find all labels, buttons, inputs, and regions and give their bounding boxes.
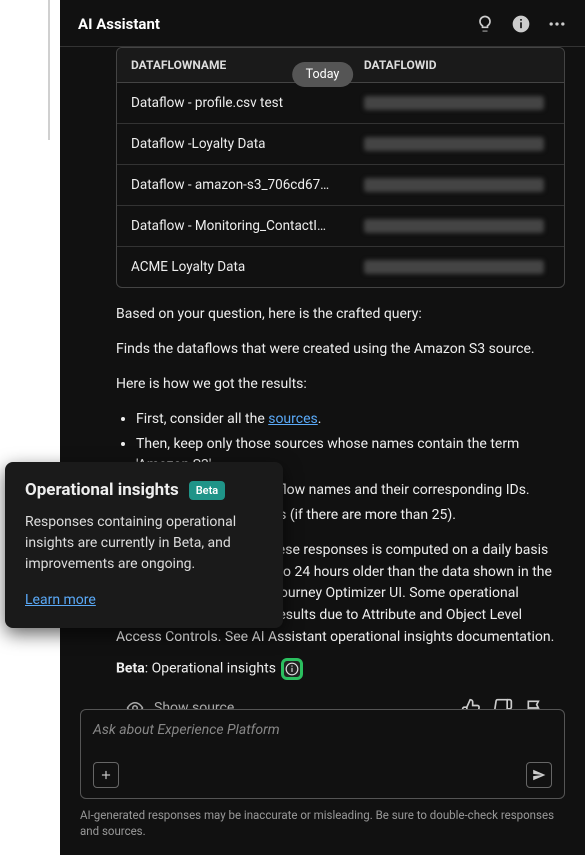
info-icon[interactable] [511, 14, 531, 34]
send-button[interactable] [526, 762, 552, 788]
left-divider [48, 0, 50, 140]
show-source-label: Show source [154, 700, 234, 708]
attach-button[interactable] [93, 762, 119, 788]
eye-icon [126, 699, 144, 708]
answer-intro: Based on your question, here is the craf… [116, 304, 565, 325]
beta-info-icon[interactable] [281, 658, 303, 680]
input-area: Ask about Experience Platform AI-generat… [60, 709, 585, 855]
beta-rest: : Operational insights [145, 661, 276, 677]
actions-row: Show source [126, 698, 545, 708]
panel-title: AI Assistant [78, 15, 475, 33]
idea-icon[interactable] [475, 14, 495, 34]
cell-name: Dataflow - amazon-s3_706cd67… [117, 165, 350, 206]
beta-line: Beta: Operational insights [116, 658, 565, 680]
ai-assistant-panel: AI Assistant Today DATAFLOWN [60, 0, 585, 855]
cell-name: Dataflow - Monitoring_ContactI… [117, 206, 350, 247]
flag-icon[interactable] [525, 698, 545, 708]
show-source-button[interactable]: Show source [126, 699, 234, 708]
cell-name: Dataflow -Loyalty Data [117, 124, 350, 165]
cell-id [350, 247, 564, 288]
answer-query: Finds the dataflows that were created us… [116, 339, 565, 360]
tooltip-title: Operational insights [25, 480, 179, 500]
chat-input[interactable]: Ask about Experience Platform [80, 709, 565, 799]
col-dataflowid: DATAFLOWID [350, 48, 564, 83]
operational-insights-tooltip: Operational insights Beta Responses cont… [5, 462, 283, 628]
header-actions [475, 14, 567, 34]
beta-label: Beta [116, 661, 145, 677]
panel-header: AI Assistant [60, 0, 585, 47]
sources-link[interactable]: sources [268, 411, 318, 427]
today-pill: Today [292, 62, 354, 87]
table-row[interactable]: ACME Loyalty Data [117, 247, 564, 288]
answer-results-label: Here is how we got the results: [116, 374, 565, 395]
step-1: First, consider all the sources. [136, 409, 565, 430]
thumbs-up-icon[interactable] [461, 698, 481, 708]
table-row[interactable]: Dataflow - Monitoring_ContactI… [117, 206, 564, 247]
tooltip-body: Responses containing operational insight… [25, 512, 263, 575]
cell-id [350, 206, 564, 247]
input-placeholder: Ask about Experience Platform [93, 722, 552, 738]
table-row[interactable]: Dataflow - profile.csv test [117, 83, 564, 124]
cell-name: ACME Loyalty Data [117, 247, 350, 288]
table-row[interactable]: Dataflow -Loyalty Data [117, 124, 564, 165]
beta-badge: Beta [189, 481, 226, 500]
cell-id [350, 124, 564, 165]
cell-name: Dataflow - profile.csv test [117, 83, 350, 124]
left-gutter [0, 0, 60, 855]
more-icon[interactable] [547, 14, 567, 34]
learn-more-link[interactable]: Learn more [25, 592, 96, 608]
table-row[interactable]: Dataflow - amazon-s3_706cd67… [117, 165, 564, 206]
cell-id [350, 165, 564, 206]
disclaimer: AI-generated responses may be inaccurate… [80, 807, 565, 839]
cell-id [350, 83, 564, 124]
thumbs-down-icon[interactable] [493, 698, 513, 708]
